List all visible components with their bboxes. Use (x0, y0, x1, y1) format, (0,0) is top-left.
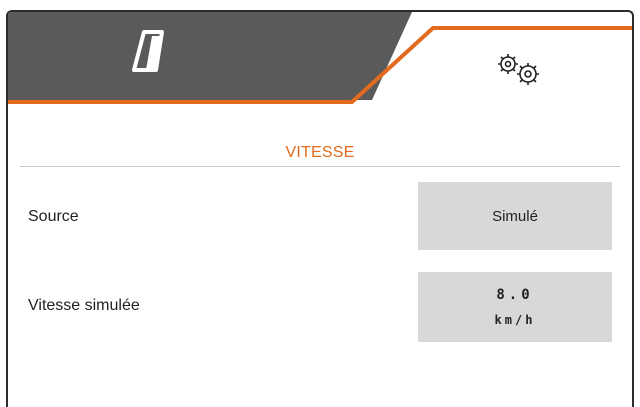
screen-frame: VITESSE Source Simulé Vitesse simulée 8.… (6, 10, 634, 407)
tab-settings[interactable] (408, 26, 632, 108)
source-label: Source (28, 208, 79, 225)
section-title: VITESSE (285, 144, 355, 161)
source-value: Simulé (492, 207, 538, 225)
simulated-speed-label: Vitesse simulée (28, 297, 140, 314)
speed-value: 8.0 (496, 287, 534, 303)
tab-field[interactable] (8, 12, 358, 104)
source-button[interactable]: Simulé (418, 182, 612, 250)
simulated-speed-button[interactable]: 8.0 km/h (418, 272, 612, 342)
speed-unit: km/h (494, 313, 536, 327)
divider (20, 166, 620, 167)
